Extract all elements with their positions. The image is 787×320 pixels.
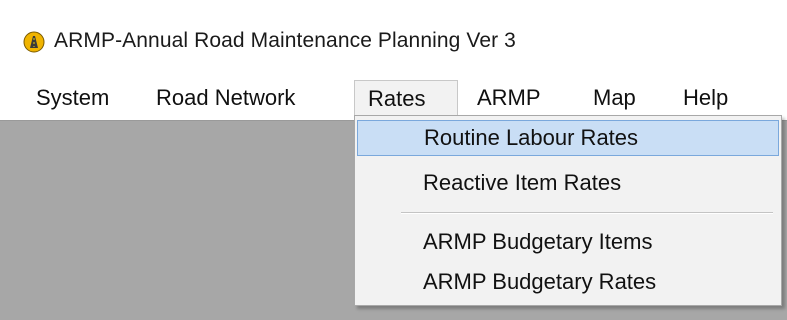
menu-help[interactable]: Help xyxy=(683,80,728,120)
menu-map[interactable]: Map xyxy=(593,80,636,120)
menu-item-routine-labour-rates[interactable]: Routine Labour Rates xyxy=(357,120,779,156)
menu-road-network[interactable]: Road Network xyxy=(156,80,295,120)
menu-item-armp-budgetary-rates[interactable]: ARMP Budgetary Rates xyxy=(357,264,779,300)
menu-system[interactable]: System xyxy=(36,80,109,120)
menu-item-armp-budgetary-items[interactable]: ARMP Budgetary Items xyxy=(357,224,779,260)
app-road-icon xyxy=(23,31,45,53)
menu-bar: System Road Network Rates ARMP Map Help xyxy=(0,80,787,121)
menu-armp[interactable]: ARMP xyxy=(477,80,541,120)
rates-dropdown-menu: Routine Labour Rates Reactive Item Rates… xyxy=(354,115,782,306)
title-bar[interactable]: ARMP-Annual Road Maintenance Planning Ve… xyxy=(0,0,787,80)
menu-item-reactive-item-rates[interactable]: Reactive Item Rates xyxy=(357,165,779,201)
menu-separator xyxy=(401,212,773,214)
app-window: ARMP-Annual Road Maintenance Planning Ve… xyxy=(0,0,787,320)
window-title: ARMP-Annual Road Maintenance Planning Ve… xyxy=(54,29,516,52)
